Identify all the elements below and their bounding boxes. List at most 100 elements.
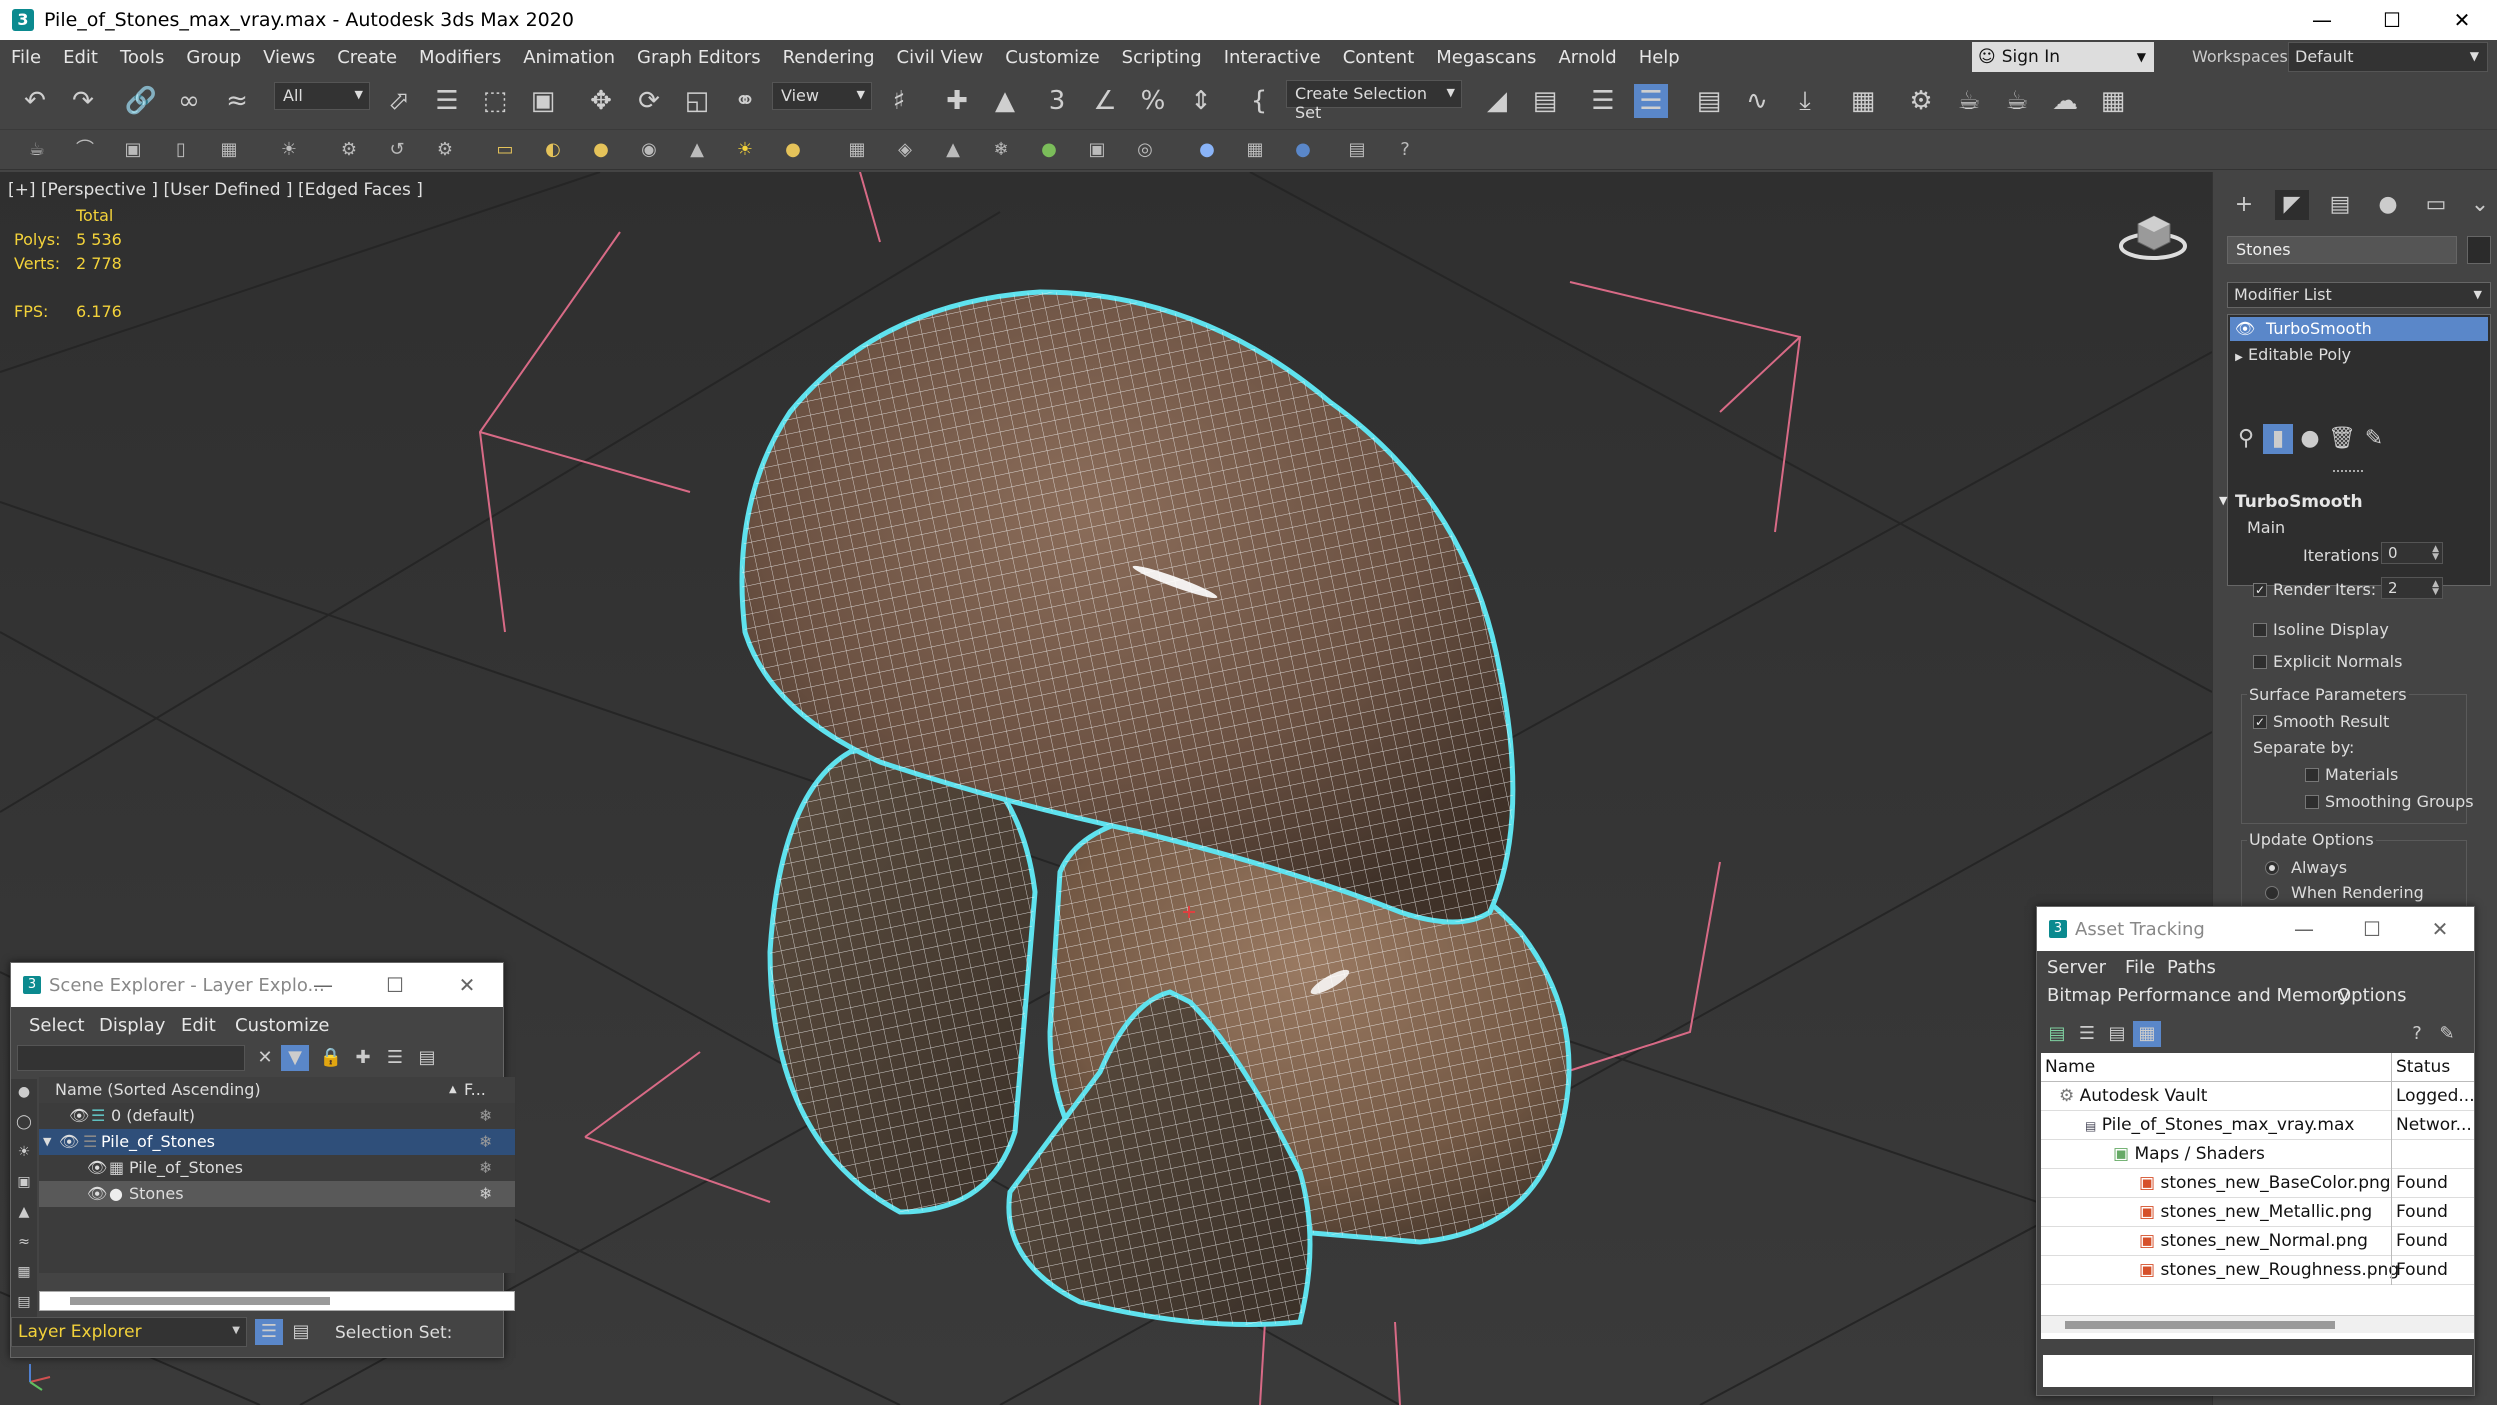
freeze-icon[interactable]: ❄ [479,1103,492,1129]
refresh-icon[interactable]: ▤ [2043,1021,2071,1047]
maximize-button[interactable]: ☐ [2338,907,2406,951]
menu-views[interactable]: Views [252,47,326,68]
object-properties-icon[interactable]: ▦ [1242,137,1268,163]
at-menu-options[interactable]: Options [2337,985,2406,1006]
help-icon[interactable]: ? [2403,1021,2431,1047]
tree-row-pile-of-stones-group[interactable]: 👁 ▦ Pile_of_Stones ❄ [39,1155,515,1181]
asset-row-basecolor[interactable]: ▣ stones_new_BaseColor.png Found [2041,1169,2474,1198]
frame-buffer-icon[interactable]: ● [1290,137,1316,163]
scene-explorer-title-bar[interactable]: 3 Scene Explorer - Layer Explo... — ☐ ✕ [11,963,503,1007]
when-rendering-radio[interactable] [2265,886,2279,900]
modifier-list-dropdown[interactable]: Modifier List ▼ [2227,282,2491,308]
smooth-result-checkbox[interactable]: ✓ [2253,715,2267,729]
render-setup-icon[interactable]: ⚙ [1904,84,1938,118]
isoline-display-checkbox[interactable] [2253,623,2267,637]
light-icon[interactable]: ☀ [276,137,302,163]
named-selection-sets-dropdown[interactable]: Create Selection Set ▼ [1286,80,1462,122]
arc-icon[interactable]: ⌒ [72,137,98,163]
angle-snap-icon[interactable]: ∠ [1088,84,1122,118]
percent-snap-icon[interactable]: % [1136,84,1170,118]
stone-left[interactable] [767,734,1038,1215]
sun-icon[interactable]: ☀ [732,137,758,163]
link-icon[interactable]: 🔗 [124,84,158,118]
scrollbar-thumb[interactable] [2065,1321,2335,1329]
menu-megascans[interactable]: Megascans [1425,47,1547,68]
ies-light-icon[interactable]: ▲ [684,137,710,163]
placement-icon[interactable]: ⚭ [728,84,762,118]
menu-graph-editors[interactable]: Graph Editors [626,47,772,68]
menu-tools[interactable]: Tools [109,47,175,68]
decal-icon[interactable]: ▲ [940,137,966,163]
spinner-snap-icon[interactable]: ⇕ [1184,84,1218,118]
fur-icon[interactable]: ◈ [892,137,918,163]
se-menu-customize[interactable]: Customize [235,1015,329,1036]
menu-content[interactable]: Content [1332,47,1426,68]
configure-modifier-sets-icon[interactable]: ✎ [2359,424,2389,454]
spacewarp-icon[interactable]: ↺ [384,137,410,163]
create-layer-icon[interactable]: ✚ [349,1045,377,1071]
redo-icon[interactable]: ↷ [66,84,100,118]
stack-item-turbosmooth[interactable]: 👁 TurboSmooth [2230,317,2488,341]
name-column-header[interactable]: Name (Sorted Ascending) ▲ F... [39,1077,515,1103]
menu-group[interactable]: Group [175,47,252,68]
curve-editor-icon[interactable]: ∿ [1740,84,1774,118]
asset-path-field[interactable] [2041,1353,2474,1389]
undo-icon[interactable]: ↶ [18,84,52,118]
close-button[interactable]: ✕ [2406,907,2474,951]
select-object-icon[interactable]: ⬀ [382,84,416,118]
clear-search-icon[interactable]: ✕ [251,1045,279,1071]
grid-icon[interactable]: ▦ [216,137,242,163]
menu-arnold[interactable]: Arnold [1547,47,1627,68]
remove-modifier-icon[interactable]: 🗑 [2327,424,2357,454]
name-column-label[interactable]: Name [2041,1057,2095,1077]
volume-icon[interactable]: ❄ [988,137,1014,163]
asset-row-max-file[interactable]: ▤ Pile_of_Stones_max_vray.max Networ... [2041,1111,2474,1140]
eye-icon[interactable]: 👁 [87,1155,107,1181]
materials-checkbox[interactable] [2305,768,2319,782]
render-in-cloud-icon[interactable]: ☁ [2048,84,2082,118]
spacewarps-filter-icon[interactable]: ≈ [10,1229,38,1255]
table-view-icon[interactable]: ▦ [2133,1021,2161,1047]
plane-icon[interactable]: ▭ [492,137,518,163]
sign-in-dropdown[interactable]: ☺ Sign In ▼ [1972,42,2154,72]
maximize-button[interactable]: ☐ [359,963,431,1007]
ambient-light-icon[interactable]: ● [780,137,806,163]
eye-icon[interactable]: 👁 [59,1129,79,1155]
object-color-swatch[interactable] [2467,236,2491,264]
xrefs-filter-icon[interactable]: ▤ [10,1289,38,1315]
always-radio[interactable] [2265,861,2279,875]
help-icon[interactable]: ? [1392,137,1418,163]
utilities-tab-icon[interactable]: ⌄ [2463,190,2497,220]
menu-file[interactable]: File [0,47,52,68]
groups-filter-icon[interactable]: ▦ [10,1259,38,1285]
selection-filter-dropdown[interactable]: All ▼ [274,82,370,110]
close-button[interactable]: ✕ [431,963,503,1007]
lock-icon[interactable]: 🔒 [317,1045,345,1071]
hierarchy-tab-icon[interactable]: ▤ [2323,190,2357,220]
menu-create[interactable]: Create [326,47,408,68]
se-menu-display[interactable]: Display [99,1015,165,1036]
pivot-center-icon[interactable]: ♯ [882,84,916,118]
toggle-layer-explorer-icon[interactable]: ☰ [1634,84,1668,118]
asset-tracking-title-bar[interactable]: 3 Asset Tracking — ☐ ✕ [2037,907,2474,951]
list-view-icon[interactable]: ☰ [2073,1021,2101,1047]
at-menu-bitmap-performance[interactable]: Bitmap Performance and Memory [2047,985,2350,1006]
snaps-toggle-icon[interactable]: 3​ [1040,84,1074,118]
system-icon[interactable]: ⚙ [432,137,458,163]
create-tab-icon[interactable]: + [2227,190,2261,220]
physical-camera-icon[interactable]: ▣ [1084,137,1110,163]
render-iters-checkbox[interactable]: ✓ [2253,583,2267,597]
settings-icon[interactable]: ✎ [2433,1021,2461,1047]
select-manipulate-icon[interactable]: ✚ [940,84,974,118]
tree-row-pile-of-stones-layer[interactable]: ▼ 👁 ☰ Pile_of_Stones ❄ [39,1129,515,1155]
schematic-view-icon[interactable]: ⤓ [1788,84,1822,118]
scene-converter-icon[interactable]: ▤ [1344,137,1370,163]
minimize-button[interactable]: — [2287,0,2357,40]
bind-space-warp-icon[interactable]: ≈ [220,84,254,118]
mirror-icon[interactable]: ◢ [1480,84,1514,118]
lights-filter-icon[interactable]: ☀ [10,1139,38,1165]
filter-icon[interactable]: ▼ [281,1045,309,1071]
menu-scripting[interactable]: Scripting [1111,47,1213,68]
show-end-result-icon[interactable]: ▮ [2263,424,2293,454]
freeze-icon[interactable]: ❄ [479,1155,492,1181]
